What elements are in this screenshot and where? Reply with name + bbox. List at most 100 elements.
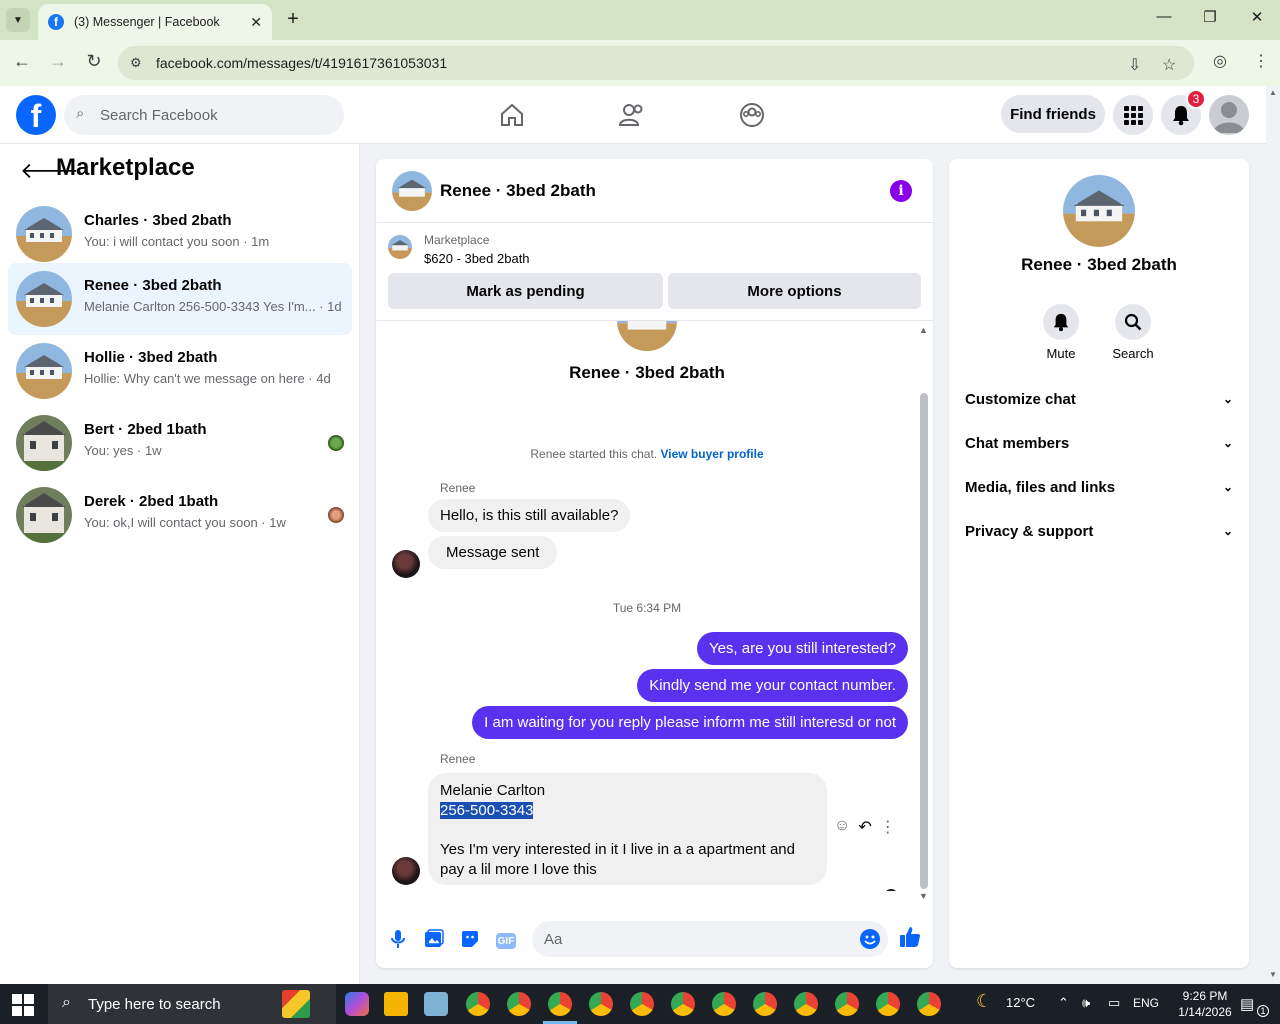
find-friends-button[interactable]: Find friends — [1001, 95, 1105, 133]
account-avatar[interactable] — [1209, 95, 1249, 135]
input-language[interactable]: ENG — [1133, 996, 1159, 1010]
copilot-icon[interactable] — [345, 992, 369, 1016]
chrome-icon[interactable] — [589, 992, 613, 1016]
action-center-icon[interactable]: ▤ — [1240, 995, 1254, 1013]
facebook-search-input[interactable]: ⌕ Search Facebook — [64, 95, 344, 135]
chrome-icon[interactable] — [917, 992, 941, 1016]
system-clock[interactable]: 9:26 PM 1/14/2026 — [1170, 988, 1240, 1020]
browser-tab-strip: ▼ f (3) Messenger | Facebook ✕ + — ❐ ✕ — [0, 0, 1280, 40]
search-in-chat-button[interactable]: Search — [1103, 304, 1163, 361]
incoming-message[interactable]: Hello, is this still available? — [428, 499, 631, 532]
install-app-icon[interactable]: ⇩ — [1128, 55, 1141, 75]
groups-icon[interactable] — [736, 99, 768, 131]
minimize-icon[interactable]: — — [1152, 8, 1176, 25]
home-icon[interactable] — [496, 99, 528, 131]
react-emoji-icon[interactable]: ☺ — [834, 817, 850, 837]
site-settings-icon[interactable]: ⚙ — [130, 55, 142, 71]
reload-icon[interactable]: ↻ — [82, 51, 106, 72]
mark-as-pending-button[interactable]: Mark as pending — [388, 273, 663, 309]
scroll-up-arrow-icon[interactable]: ▲ — [919, 325, 928, 335]
profile-icon[interactable]: ◎ — [1213, 51, 1227, 71]
conversation-item-active[interactable]: Renee · 3bed 2bath Melanie Carlton 256-5… — [8, 263, 352, 335]
tab-close-icon[interactable]: ✕ — [250, 14, 262, 31]
scroll-down-arrow-icon[interactable]: ▼ — [919, 891, 928, 901]
file-explorer-icon[interactable] — [384, 992, 408, 1016]
emoji-icon[interactable] — [860, 929, 880, 949]
listing-house-thumbnail[interactable] — [392, 171, 432, 211]
gif-icon[interactable]: GIF — [494, 927, 518, 951]
more-vertical-icon[interactable]: ⋮ — [880, 817, 896, 837]
tray-chevron-up-icon[interactable]: ⌃ — [1058, 995, 1069, 1011]
outgoing-message[interactable]: Kindly send me your contact number. — [637, 669, 908, 702]
tab-search-chevron-icon[interactable]: ▼ — [6, 8, 30, 32]
conversation-item[interactable]: Derek · 2bed 1bath You: ok,I will contac… — [8, 479, 352, 551]
chrome-icon[interactable] — [753, 992, 777, 1016]
thumbs-up-icon[interactable] — [898, 925, 924, 951]
chat-members-section[interactable]: Chat members ⌄ — [965, 425, 1233, 461]
address-bar[interactable]: ⚙ facebook.com/messages/t/41916173610530… — [118, 46, 1194, 80]
forward-arrow-icon[interactable]: → — [46, 51, 70, 72]
view-buyer-profile-link[interactable]: View buyer profile — [660, 447, 763, 461]
chevron-down-icon: ⌄ — [1222, 524, 1233, 538]
new-tab-plus-icon[interactable]: + — [282, 8, 304, 30]
media-files-links-section[interactable]: Media, files and links ⌄ — [965, 469, 1233, 505]
chrome-icon[interactable] — [507, 992, 531, 1016]
incoming-message[interactable]: Melanie Carlton 256-500-3343 Yes I'm ver… — [428, 773, 827, 885]
thread-scrollbar[interactable]: ▲ ▼ — [918, 325, 930, 901]
chrome-icon[interactable] — [835, 992, 859, 1016]
sender-avatar[interactable] — [392, 550, 420, 578]
message-input[interactable] — [532, 921, 888, 957]
info-icon[interactable]: i — [890, 180, 912, 202]
outgoing-message[interactable]: Yes, are you still interested? — [696, 632, 908, 665]
incoming-message[interactable]: Message sent — [428, 536, 558, 569]
windows-start-icon[interactable] — [12, 994, 34, 1016]
chrome-icon[interactable] — [466, 992, 490, 1016]
chrome-menu-icon[interactable]: ⋮ — [1253, 51, 1269, 71]
rubiks-cube-icon[interactable] — [282, 990, 310, 1018]
microphone-icon[interactable] — [386, 927, 410, 951]
network-icon[interactable]: ▭ — [1108, 995, 1120, 1011]
photo-gallery-icon[interactable] — [422, 927, 446, 951]
sticker-icon[interactable] — [458, 927, 482, 951]
chrome-icon[interactable] — [794, 992, 818, 1016]
restore-icon[interactable]: ❐ — [1198, 8, 1222, 26]
browser-tab-active[interactable]: f (3) Messenger | Facebook ✕ — [38, 4, 272, 40]
conversation-item[interactable]: Bert · 2bed 1bath You: yes · 1w — [8, 407, 352, 479]
chrome-icon[interactable] — [876, 992, 900, 1016]
customize-chat-section[interactable]: Customize chat ⌄ — [965, 381, 1233, 417]
bookmark-star-icon[interactable]: ☆ — [1162, 55, 1176, 75]
volume-icon[interactable]: 🕪 — [1082, 995, 1090, 1011]
mute-button[interactable]: Mute — [1031, 304, 1091, 361]
listing-price-title[interactable]: $620 - 3bed 2bath — [424, 251, 530, 266]
facebook-header: f ⌕ Search Facebook Find friends 3 — [0, 86, 1266, 144]
chrome-icon[interactable] — [671, 992, 695, 1016]
facebook-logo-icon[interactable]: f — [16, 95, 56, 135]
listing-house-thumbnail — [16, 415, 72, 471]
scroll-down-arrow-icon[interactable]: ▼ — [1269, 970, 1277, 979]
moon-weather-icon[interactable]: ☾ — [976, 991, 992, 1012]
back-arrow-icon[interactable]: ← — [10, 51, 34, 72]
chat-title[interactable]: Renee · 3bed 2bath — [440, 181, 596, 201]
window-close-icon[interactable]: ✕ — [1245, 8, 1269, 26]
sender-avatar[interactable] — [392, 857, 420, 885]
reply-icon[interactable]: ↶ — [858, 817, 871, 837]
weather-temperature[interactable]: 12°C — [1006, 995, 1035, 1010]
conversation-item[interactable]: Charles · 3bed 2bath You: i will contact… — [8, 198, 352, 270]
scroll-thumb[interactable] — [920, 393, 928, 889]
chat-started-note: Renee started this chat. View buyer prof… — [376, 447, 918, 461]
chrome-icon[interactable] — [548, 992, 572, 1016]
chrome-icon[interactable] — [630, 992, 654, 1016]
more-options-button[interactable]: More options — [668, 273, 921, 309]
selected-phone-number[interactable]: 256-500-3343 — [440, 802, 534, 819]
chrome-icon[interactable] — [712, 992, 736, 1016]
conversation-item[interactable]: Hollie · 3bed 2bath Hollie: Why can't we… — [8, 335, 352, 407]
conversation-snippet: You: i will contact you soon · 1m — [84, 234, 270, 249]
snipping-tool-icon[interactable] — [424, 992, 448, 1016]
action-center-badge: 1 — [1257, 1005, 1269, 1017]
menu-grid-icon[interactable] — [1113, 95, 1153, 135]
outgoing-message[interactable]: I am waiting for you reply please inform… — [472, 706, 908, 739]
page-scrollbar[interactable]: ▲ ▼ — [1266, 86, 1280, 984]
privacy-support-section[interactable]: Privacy & support ⌄ — [965, 513, 1233, 549]
friends-icon[interactable] — [616, 99, 648, 131]
scroll-up-arrow-icon[interactable]: ▲ — [1269, 88, 1277, 97]
